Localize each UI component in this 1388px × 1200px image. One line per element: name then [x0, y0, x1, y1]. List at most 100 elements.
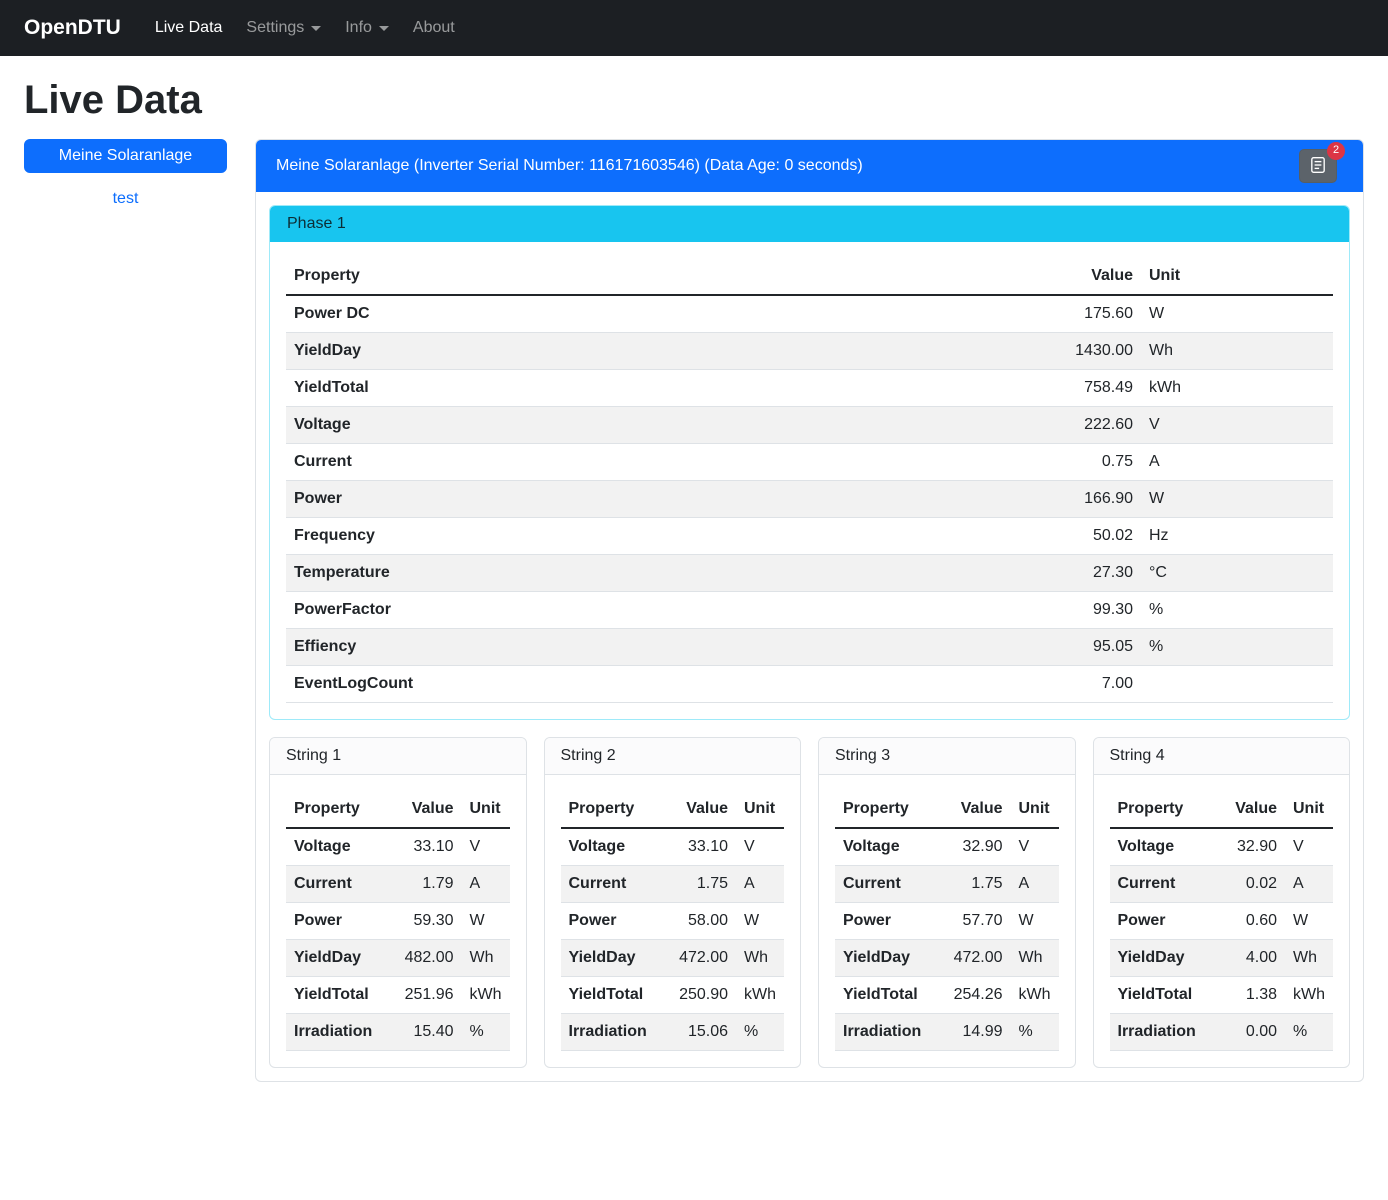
nav-item-live-data[interactable]: Live Data	[147, 11, 231, 45]
phase-card-body: Property Value Unit Power DC	[270, 242, 1349, 719]
table-row: YieldTotal 250.90 kWh	[561, 977, 785, 1014]
table-header-row: Property Value Unit	[835, 791, 1059, 828]
column-unit: Unit	[462, 791, 510, 828]
table-row: Frequency 50.02 Hz	[286, 518, 1333, 555]
inverter-sidebar: Meine Solaranlage test	[24, 139, 227, 208]
column-value: Value	[1221, 791, 1285, 828]
eventlog-button[interactable]: 2	[1299, 149, 1337, 183]
table-row: Irradiation 15.40 %	[286, 1014, 510, 1051]
property-value: 59.30	[397, 903, 462, 940]
property-name: Voltage	[286, 407, 1031, 444]
property-unit: V	[462, 828, 510, 866]
column-property: Property	[286, 258, 1031, 295]
property-name: Power DC	[286, 295, 1031, 333]
property-unit: Wh	[736, 940, 784, 977]
property-name: Voltage	[1110, 828, 1222, 866]
table-row: YieldDay 4.00 Wh	[1110, 940, 1334, 977]
property-value: 14.99	[946, 1014, 1011, 1051]
phase-card: Phase 1 Property Value Unit	[269, 205, 1350, 720]
inverter-card-body: Phase 1 Property Value Unit	[256, 192, 1363, 1081]
property-value: 1.75	[671, 866, 736, 903]
brand-logo[interactable]: OpenDTU	[24, 16, 121, 40]
column-property: Property	[286, 791, 397, 828]
string-table-body: Voltage 32.90 V Current 1.75	[835, 828, 1059, 1051]
property-unit: A	[736, 866, 784, 903]
property-unit: %	[1011, 1014, 1059, 1051]
table-row: Power 58.00 W	[561, 903, 785, 940]
table-row: Current 1.79 A	[286, 866, 510, 903]
column-unit: Unit	[1285, 791, 1333, 828]
property-unit: A	[462, 866, 510, 903]
property-unit: A	[1141, 444, 1333, 481]
nav-item-about[interactable]: About	[405, 11, 463, 45]
property-unit: W	[1285, 903, 1333, 940]
property-value: 758.49	[1031, 370, 1141, 407]
column-property: Property	[1110, 791, 1222, 828]
table-row: Power DC 175.60 W	[286, 295, 1333, 333]
property-value: 166.90	[1031, 481, 1141, 518]
property-value: 57.70	[946, 903, 1011, 940]
inverter-card: Meine Solaranlage (Inverter Serial Numbe…	[255, 139, 1364, 1082]
nav-item-settings[interactable]: Settings	[238, 11, 329, 45]
property-unit: Wh	[1285, 940, 1333, 977]
property-unit: Hz	[1141, 518, 1333, 555]
table-row: Power 0.60 W	[1110, 903, 1334, 940]
table-header-row: Property Value Unit	[1110, 791, 1334, 828]
table-row: YieldTotal 254.26 kWh	[835, 977, 1059, 1014]
inverter-select-button[interactable]: Meine Solaranlage	[24, 139, 227, 173]
table-row: EventLogCount 7.00	[286, 666, 1333, 703]
property-name: YieldTotal	[286, 370, 1031, 407]
property-value: 7.00	[1031, 666, 1141, 703]
property-name: YieldTotal	[561, 977, 672, 1014]
property-value: 1.75	[946, 866, 1011, 903]
property-unit: V	[736, 828, 784, 866]
property-value: 1.79	[397, 866, 462, 903]
string-table-body: Voltage 33.10 V Current 1.75	[561, 828, 785, 1051]
property-unit: Wh	[1011, 940, 1059, 977]
property-name: Current	[561, 866, 672, 903]
property-unit: %	[1141, 592, 1333, 629]
property-unit: W	[462, 903, 510, 940]
string-table: Property Value Unit Voltage	[286, 791, 510, 1051]
property-value: 95.05	[1031, 629, 1141, 666]
journal-icon	[1309, 156, 1327, 177]
table-row: Power 59.30 W	[286, 903, 510, 940]
nav-item-settings-label: Settings	[246, 19, 304, 37]
property-name: Current	[1110, 866, 1222, 903]
property-unit: %	[736, 1014, 784, 1051]
property-value: 175.60	[1031, 295, 1141, 333]
strings-grid: String 1 Property Value Unit	[269, 737, 1350, 1068]
table-row: Irradiation 14.99 %	[835, 1014, 1059, 1051]
inverter-header-text: Meine Solaranlage (Inverter Serial Numbe…	[276, 157, 863, 175]
table-row: Temperature 27.30 °C	[286, 555, 1333, 592]
property-unit: A	[1011, 866, 1059, 903]
property-name: Power	[1110, 903, 1222, 940]
property-unit: kWh	[1141, 370, 1333, 407]
page-title: Live Data	[24, 78, 1364, 123]
string-table: Property Value Unit Voltage	[835, 791, 1059, 1051]
string-card-title: String 1	[270, 738, 526, 775]
property-value: 472.00	[946, 940, 1011, 977]
property-unit: kWh	[1011, 977, 1059, 1014]
property-unit: W	[736, 903, 784, 940]
property-unit: W	[1141, 295, 1333, 333]
property-value: 15.40	[397, 1014, 462, 1051]
phase-card-title: Phase 1	[270, 206, 1349, 242]
sidebar-item-test[interactable]: test	[24, 190, 227, 208]
column-property: Property	[835, 791, 946, 828]
string-card-4: String 4 Property Value Unit	[1093, 737, 1351, 1068]
property-name: YieldTotal	[835, 977, 946, 1014]
table-row: Current 0.75 A	[286, 444, 1333, 481]
string-card-title: String 2	[545, 738, 801, 775]
property-value: 0.00	[1221, 1014, 1285, 1051]
property-name: Current	[835, 866, 946, 903]
property-name: Voltage	[286, 828, 397, 866]
property-unit: °C	[1141, 555, 1333, 592]
property-value: 0.02	[1221, 866, 1285, 903]
table-row: YieldDay 472.00 Wh	[835, 940, 1059, 977]
property-unit: %	[1141, 629, 1333, 666]
property-name: Irradiation	[286, 1014, 397, 1051]
property-value: 32.90	[1221, 828, 1285, 866]
property-value: 250.90	[671, 977, 736, 1014]
nav-item-info[interactable]: Info	[337, 11, 397, 45]
